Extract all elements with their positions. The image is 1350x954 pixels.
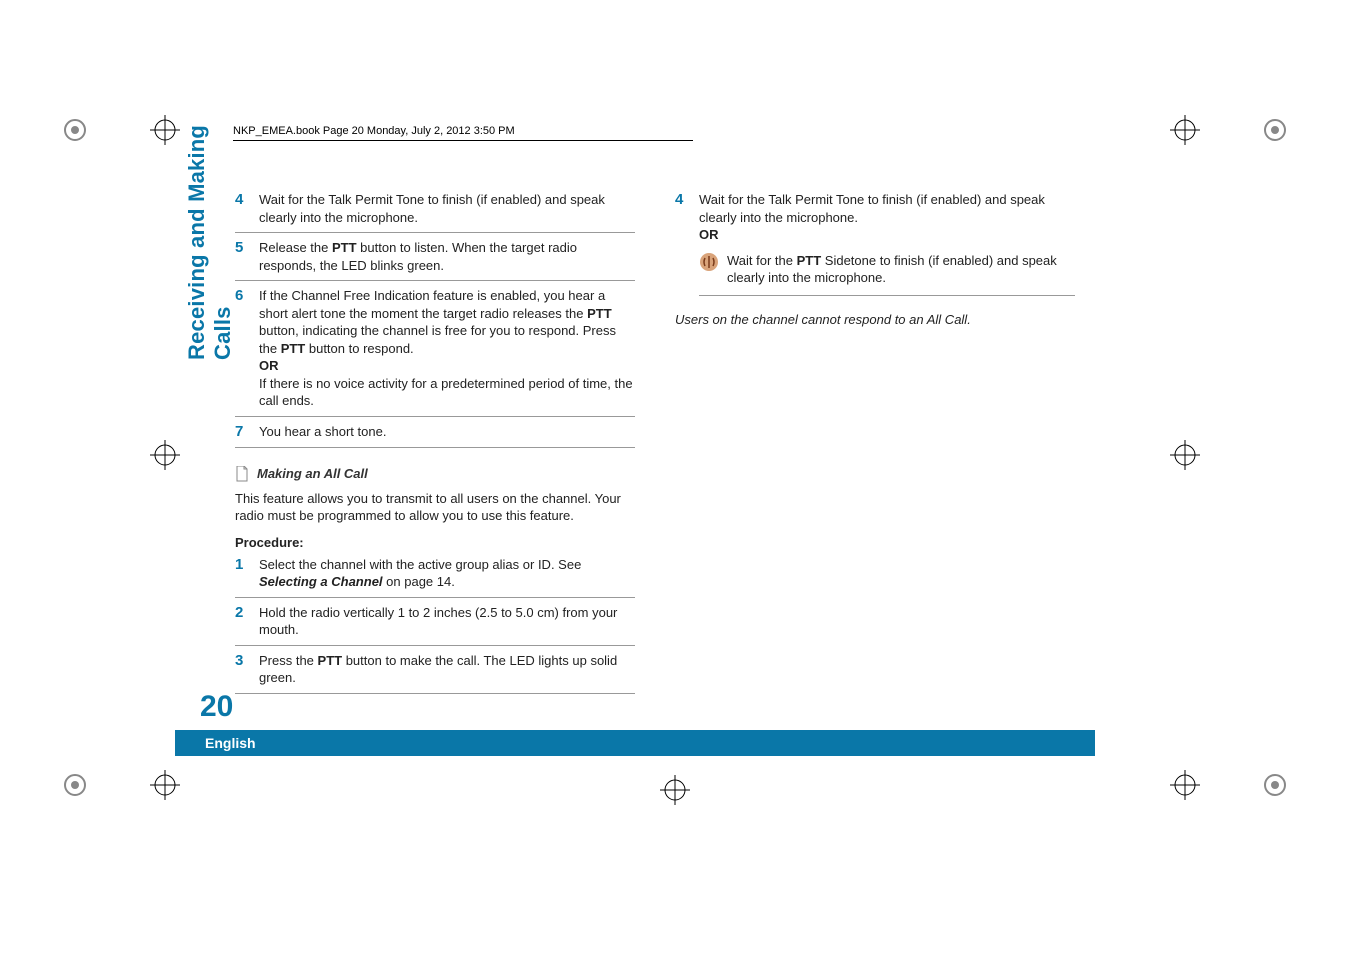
step-number: 1 xyxy=(235,556,259,591)
note-text-bold: PTT xyxy=(797,253,822,268)
section-title: Making an All Call xyxy=(257,466,368,481)
step-text-part: If there is no voice activity for a pred… xyxy=(259,376,633,409)
or-label: OR xyxy=(699,227,719,242)
procedure-step: 6 If the Channel Free Indication feature… xyxy=(235,287,635,417)
step-text: Wait for the Talk Permit Tone to finish … xyxy=(699,191,1075,296)
printmark-icon xyxy=(1260,115,1290,145)
step-text: Wait for the Talk Permit Tone to finish … xyxy=(259,191,635,226)
crosshair-icon xyxy=(1170,115,1200,145)
antenna-icon xyxy=(699,252,719,272)
step-text: Select the channel with the active group… xyxy=(259,556,635,591)
page-content: 4 Wait for the Talk Permit Tone to finis… xyxy=(175,185,1095,694)
step-text: If the Channel Free Indication feature i… xyxy=(259,287,635,410)
crosshair-icon xyxy=(150,770,180,800)
page-icon xyxy=(235,466,249,482)
language-bar: English xyxy=(175,730,1095,756)
note-text: Wait for the PTT Sidetone to finish (if … xyxy=(727,252,1075,287)
step-number: 2 xyxy=(235,604,259,639)
step-text-part: Select the channel with the active group… xyxy=(259,557,581,572)
step-number: 6 xyxy=(235,287,259,410)
section-description: This feature allows you to transmit to a… xyxy=(235,490,635,525)
printmark-icon xyxy=(60,770,90,800)
step-number: 4 xyxy=(675,191,699,296)
step-number: 7 xyxy=(235,423,259,441)
crosshair-icon xyxy=(660,775,690,805)
procedure-step: 2 Hold the radio vertically 1 to 2 inche… xyxy=(235,604,635,646)
step-text: Press the PTT button to make the call. T… xyxy=(259,652,635,687)
procedure-step: 4 Wait for the Talk Permit Tone to finis… xyxy=(675,191,1075,302)
procedure-step: 5 Release the PTT button to listen. When… xyxy=(235,239,635,281)
step-text: You hear a short tone. xyxy=(259,423,635,441)
step-text-part: Press the xyxy=(259,653,318,668)
italic-note: Users on the channel cannot respond to a… xyxy=(675,312,1075,327)
step-text-part: button to respond. xyxy=(305,341,413,356)
step-text-xref: Selecting a Channel xyxy=(259,574,383,589)
step-text: Hold the radio vertically 1 to 2 inches … xyxy=(259,604,635,639)
procedure-step: 1 Select the channel with the active gro… xyxy=(235,556,635,598)
step-text: Release the PTT button to listen. When t… xyxy=(259,239,635,274)
crosshair-icon xyxy=(150,115,180,145)
step-text-part: Wait for the Talk Permit Tone to finish … xyxy=(699,192,1045,225)
right-column: 4 Wait for the Talk Permit Tone to finis… xyxy=(675,185,1075,694)
procedure-step: 3 Press the PTT button to make the call.… xyxy=(235,652,635,694)
procedure-step: 4 Wait for the Talk Permit Tone to finis… xyxy=(235,191,635,233)
printmark-icon xyxy=(1260,770,1290,800)
step-number: 4 xyxy=(235,191,259,226)
step-text-part: If the Channel Free Indication feature i… xyxy=(259,288,605,321)
section-heading: Making an All Call xyxy=(235,466,635,482)
header-rule xyxy=(233,140,693,141)
step-number: 5 xyxy=(235,239,259,274)
step-number: 3 xyxy=(235,652,259,687)
printmark-icon xyxy=(60,115,90,145)
crosshair-icon xyxy=(1170,770,1200,800)
procedure-label: Procedure: xyxy=(235,535,635,550)
page-number: 20 xyxy=(200,690,233,724)
procedure-step: 7 You hear a short tone. xyxy=(235,423,635,448)
step-text-bold: PTT xyxy=(587,306,612,321)
note-row: Wait for the PTT Sidetone to finish (if … xyxy=(699,248,1075,296)
running-head: NKP_EMEA.book Page 20 Monday, July 2, 20… xyxy=(233,125,515,137)
step-text-part: on page 14. xyxy=(383,574,455,589)
step-text-bold: PTT xyxy=(332,240,357,255)
or-label: OR xyxy=(259,358,279,373)
note-text-part: Wait for the xyxy=(727,253,797,268)
step-text-bold: PTT xyxy=(318,653,343,668)
step-text-bold: PTT xyxy=(281,341,306,356)
step-text-part: Release the xyxy=(259,240,332,255)
language-label: English xyxy=(205,735,256,751)
left-column: 4 Wait for the Talk Permit Tone to finis… xyxy=(235,185,635,694)
crosshair-icon xyxy=(1170,440,1200,470)
